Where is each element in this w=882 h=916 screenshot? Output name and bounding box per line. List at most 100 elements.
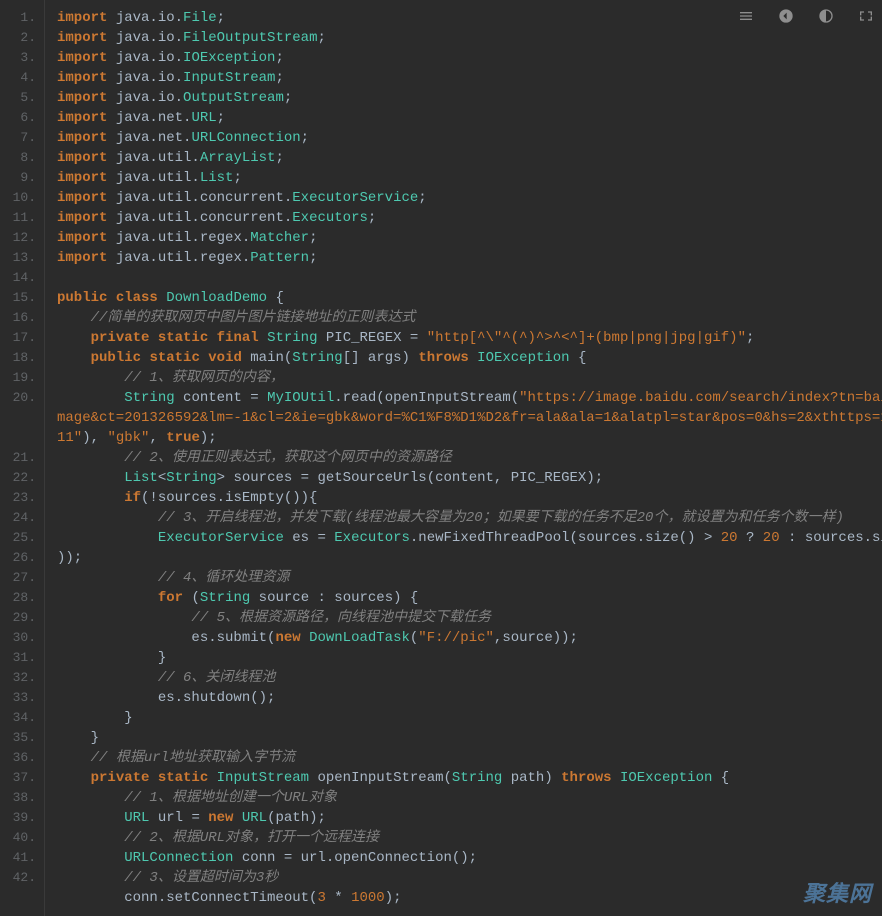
code-line: private static final String PIC_REGEX = … bbox=[57, 328, 882, 348]
token bbox=[57, 370, 124, 386]
token: final bbox=[217, 330, 259, 346]
line-number: 23. bbox=[4, 488, 36, 508]
token: ; bbox=[301, 130, 309, 146]
line-number: 30. bbox=[4, 628, 36, 648]
token: new bbox=[275, 630, 300, 646]
fullscreen-icon[interactable] bbox=[856, 6, 876, 26]
token: IOException bbox=[477, 350, 569, 366]
token: java.util. bbox=[107, 150, 199, 166]
line-number: 4. bbox=[4, 68, 36, 88]
token: throws bbox=[561, 770, 611, 786]
contrast-icon[interactable] bbox=[816, 6, 836, 26]
code-line: import java.io.OutputStream; bbox=[57, 88, 882, 108]
token: import bbox=[57, 130, 107, 146]
token: java.util.regex. bbox=[107, 250, 250, 266]
code-line: URLConnection conn = url.openConnection(… bbox=[57, 848, 882, 868]
code-line: import java.util.regex.Pattern; bbox=[57, 248, 882, 268]
token: ; bbox=[309, 230, 317, 246]
token: ); bbox=[200, 430, 217, 446]
token: String bbox=[166, 470, 216, 486]
line-number: 5. bbox=[4, 88, 36, 108]
token: String bbox=[267, 330, 317, 346]
code-line: import java.io.InputStream; bbox=[57, 68, 882, 88]
token: java.io. bbox=[107, 10, 183, 26]
token: ; bbox=[284, 90, 292, 106]
token: es.shutdown(); bbox=[57, 690, 275, 706]
token: new bbox=[208, 810, 233, 826]
token: ); bbox=[385, 890, 402, 906]
token: ; bbox=[217, 10, 225, 26]
token: // 1、获取网页的内容， bbox=[124, 370, 284, 386]
token: ArrayList bbox=[200, 150, 276, 166]
token: // 4、循环处理资源 bbox=[158, 570, 290, 586]
token: 20 bbox=[763, 530, 780, 546]
line-number: 42. bbox=[4, 868, 36, 888]
token: 20 bbox=[721, 530, 738, 546]
code-line: es.submit(new DownLoadTask("F://pic",sou… bbox=[57, 628, 882, 648]
token: ; bbox=[309, 250, 317, 266]
list-icon[interactable] bbox=[736, 6, 756, 26]
line-number: 40. bbox=[4, 828, 36, 848]
token bbox=[57, 490, 124, 506]
token: "https://image.baidu.com/search/index?tn… bbox=[519, 390, 882, 406]
token bbox=[158, 290, 166, 306]
token: ; bbox=[368, 210, 376, 226]
token bbox=[208, 330, 216, 346]
token: { bbox=[712, 770, 729, 786]
token: class bbox=[116, 290, 158, 306]
token: { bbox=[570, 350, 587, 366]
line-number: 29. bbox=[4, 608, 36, 628]
token: ; bbox=[275, 70, 283, 86]
token: : sources.size( bbox=[780, 530, 882, 546]
token: java.io. bbox=[107, 30, 183, 46]
code-area[interactable]: import java.io.File;import java.io.FileO… bbox=[44, 0, 882, 916]
code-line: import java.io.IOException; bbox=[57, 48, 882, 68]
token: File bbox=[183, 10, 217, 26]
token: import bbox=[57, 150, 107, 166]
token: private bbox=[91, 330, 150, 346]
token: java.util.regex. bbox=[107, 230, 250, 246]
line-number: 34. bbox=[4, 708, 36, 728]
token: Pattern bbox=[250, 250, 309, 266]
token: //简单的获取网页中图片图片链接地址的正则表达式 bbox=[91, 310, 416, 326]
line-number: 8. bbox=[4, 148, 36, 168]
token: import bbox=[57, 230, 107, 246]
token bbox=[57, 310, 91, 326]
code-line: es.shutdown(); bbox=[57, 688, 882, 708]
token: * bbox=[326, 890, 351, 906]
line-number: 37. bbox=[4, 768, 36, 788]
token: ExecutorService bbox=[158, 530, 284, 546]
token: public bbox=[57, 290, 107, 306]
code-line: for (String source : sources) { bbox=[57, 588, 882, 608]
back-icon[interactable] bbox=[776, 6, 796, 26]
code-line: import java.util.regex.Matcher; bbox=[57, 228, 882, 248]
line-number: 6. bbox=[4, 108, 36, 128]
token: OutputStream bbox=[183, 90, 284, 106]
token: true bbox=[166, 430, 200, 446]
code-line: // 1、获取网页的内容， bbox=[57, 368, 882, 388]
code-line: conn.setConnectTimeout(3 * 1000); bbox=[57, 888, 882, 908]
line-number: 2. bbox=[4, 28, 36, 48]
token: ), bbox=[82, 430, 107, 446]
token: String bbox=[200, 590, 250, 606]
token: main( bbox=[242, 350, 292, 366]
code-line: String content = MyIOUtil.read(openInput… bbox=[57, 388, 882, 408]
token: import bbox=[57, 110, 107, 126]
token: "gbk" bbox=[107, 430, 149, 446]
token bbox=[57, 610, 191, 626]
token: java.net. bbox=[107, 130, 191, 146]
token: import bbox=[57, 90, 107, 106]
token: url = bbox=[149, 810, 208, 826]
token bbox=[57, 850, 124, 866]
token: URL bbox=[191, 110, 216, 126]
line-number: 22. bbox=[4, 468, 36, 488]
code-line: List<String> sources = getSourceUrls(con… bbox=[57, 468, 882, 488]
code-line: private static InputStream openInputStre… bbox=[57, 768, 882, 788]
token bbox=[57, 810, 124, 826]
token: MyIOUtil bbox=[267, 390, 334, 406]
token: (path); bbox=[267, 810, 326, 826]
token: 11" bbox=[57, 430, 82, 446]
line-number: 25. bbox=[4, 528, 36, 548]
token: static bbox=[149, 350, 199, 366]
token: > sources = getSourceUrls(content, PIC_R… bbox=[217, 470, 603, 486]
